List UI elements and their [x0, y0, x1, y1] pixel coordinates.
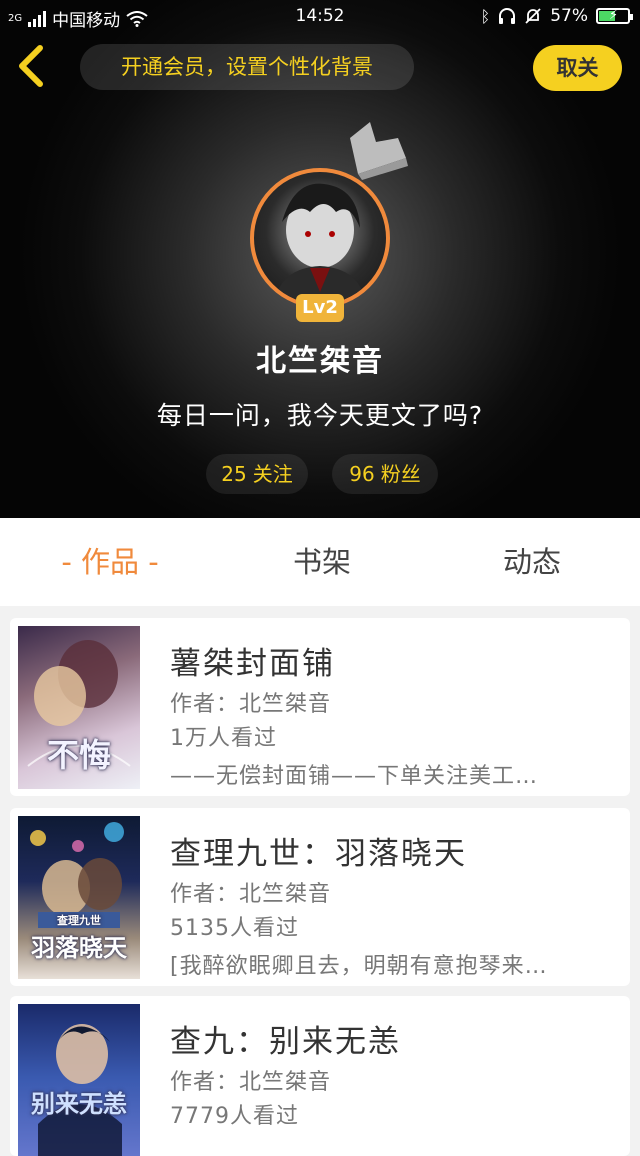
book-views: 7779人看过 [170, 1104, 299, 1129]
battery-icon: ⚡ [596, 8, 633, 24]
profile-tabs: - 作品 - 书架 动态 [0, 518, 640, 606]
book-cover: 不悔 [18, 626, 140, 789]
followers-stat[interactable]: 96 粉丝 [332, 454, 438, 494]
vip-background-banner[interactable]: 开通会员，设置个性化背景 [80, 44, 414, 90]
bluetooth-icon: ᛒ [480, 6, 491, 26]
headset-icon [499, 8, 516, 24]
username: 北竺桀音 [256, 344, 384, 379]
tab-works[interactable]: - 作品 - [20, 518, 200, 606]
cover-title: 羽落晓天 [31, 934, 127, 962]
back-button[interactable] [14, 44, 58, 94]
avatar-image [274, 183, 366, 304]
avatar[interactable] [250, 168, 390, 308]
book-cover: 别来无恙 [18, 1004, 140, 1156]
book-author: 作者：北竺桀音 [170, 692, 332, 717]
book-description: [我醉欲眠卿且去，明朝有意抱琴来… [170, 954, 548, 979]
book-views: 5135人看过 [170, 916, 299, 941]
chevron-left-icon [19, 45, 43, 87]
profile-header: 2G 中国移动 14:52 ᛒ 57% ⚡ 开通会员，设置个性化背景 取关 Lv… [0, 0, 640, 518]
tab-activity[interactable]: 动态 [462, 518, 602, 606]
following-stat[interactable]: 25 关注 [206, 454, 308, 494]
book-title: 薯桀封面铺 [170, 646, 335, 682]
crown-icon [350, 122, 408, 180]
unfollow-button[interactable]: 取关 [533, 45, 622, 91]
list-item[interactable]: 别来无恙 查九：别来无恙 作者：北竺桀音 7779人看过 [10, 996, 630, 1156]
user-signature: 每日一问，我今天更文了吗? [156, 401, 484, 430]
mute-bell-icon [525, 8, 541, 24]
tab-bookshelf[interactable]: 书架 [252, 518, 392, 606]
list-item[interactable]: 不悔 薯桀封面铺 作者：北竺桀音 1万人看过 ——无偿封面铺——下单关注美工… [10, 618, 630, 796]
book-author: 作者：北竺桀音 [170, 882, 332, 907]
book-description: ——无偿封面铺——下单关注美工… [170, 764, 539, 789]
book-cover: 查理九世 羽落晓天 [18, 816, 140, 979]
cover-subtitle: 查理九世 [38, 912, 120, 928]
cover-art [38, 1024, 122, 1156]
followers-label: 粉丝 [380, 462, 421, 486]
followers-count: 96 [349, 462, 375, 486]
status-bar: 2G 中国移动 14:52 ᛒ 57% ⚡ [0, 0, 640, 32]
following-label: 关注 [252, 462, 293, 486]
following-count: 25 [221, 462, 247, 486]
cover-title: 别来无恙 [31, 1090, 127, 1118]
book-title: 查理九世：羽落晓天 [170, 836, 467, 872]
cover-title: 不悔 [46, 736, 111, 774]
battery-percent: 57% [550, 6, 588, 26]
book-author: 作者：北竺桀音 [170, 1070, 332, 1095]
book-views: 1万人看过 [170, 726, 277, 751]
book-title: 查九：别来无恙 [170, 1024, 401, 1060]
list-item[interactable]: 查理九世 羽落晓天 查理九世：羽落晓天 作者：北竺桀音 5135人看过 [我醉欲… [10, 808, 630, 986]
level-badge: Lv2 [296, 294, 344, 322]
